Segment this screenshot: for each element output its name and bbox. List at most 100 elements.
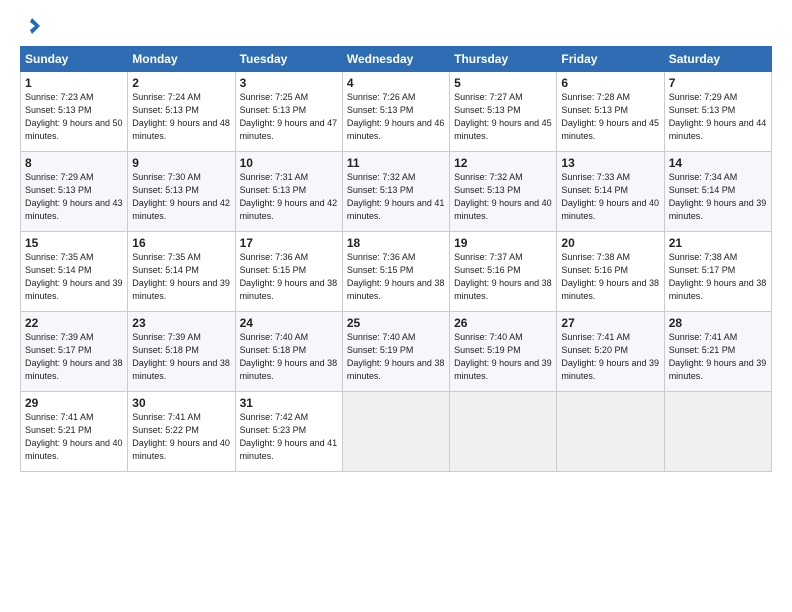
week-row-3: 15Sunrise: 7:35 AM Sunset: 5:14 PM Dayli… (21, 232, 772, 312)
day-info: Sunrise: 7:24 AM Sunset: 5:13 PM Dayligh… (132, 91, 230, 143)
day-number: 3 (240, 76, 338, 90)
day-number: 29 (25, 396, 123, 410)
weekday-header-tuesday: Tuesday (235, 47, 342, 72)
day-info: Sunrise: 7:25 AM Sunset: 5:13 PM Dayligh… (240, 91, 338, 143)
weekday-header-thursday: Thursday (450, 47, 557, 72)
day-number: 10 (240, 156, 338, 170)
calendar-cell: 30Sunrise: 7:41 AM Sunset: 5:22 PM Dayli… (128, 392, 235, 472)
week-row-5: 29Sunrise: 7:41 AM Sunset: 5:21 PM Dayli… (21, 392, 772, 472)
week-row-4: 22Sunrise: 7:39 AM Sunset: 5:17 PM Dayli… (21, 312, 772, 392)
day-info: Sunrise: 7:28 AM Sunset: 5:13 PM Dayligh… (561, 91, 659, 143)
calendar-cell: 2Sunrise: 7:24 AM Sunset: 5:13 PM Daylig… (128, 72, 235, 152)
day-info: Sunrise: 7:34 AM Sunset: 5:14 PM Dayligh… (669, 171, 767, 223)
day-number: 4 (347, 76, 445, 90)
day-number: 1 (25, 76, 123, 90)
day-info: Sunrise: 7:41 AM Sunset: 5:20 PM Dayligh… (561, 331, 659, 383)
day-number: 12 (454, 156, 552, 170)
day-number: 9 (132, 156, 230, 170)
weekday-header-wednesday: Wednesday (342, 47, 449, 72)
day-info: Sunrise: 7:23 AM Sunset: 5:13 PM Dayligh… (25, 91, 123, 143)
day-number: 8 (25, 156, 123, 170)
day-info: Sunrise: 7:40 AM Sunset: 5:18 PM Dayligh… (240, 331, 338, 383)
day-info: Sunrise: 7:31 AM Sunset: 5:13 PM Dayligh… (240, 171, 338, 223)
day-number: 18 (347, 236, 445, 250)
calendar-cell: 8Sunrise: 7:29 AM Sunset: 5:13 PM Daylig… (21, 152, 128, 232)
weekday-header-saturday: Saturday (664, 47, 771, 72)
calendar-cell: 15Sunrise: 7:35 AM Sunset: 5:14 PM Dayli… (21, 232, 128, 312)
weekday-header-row: SundayMondayTuesdayWednesdayThursdayFrid… (21, 47, 772, 72)
day-number: 21 (669, 236, 767, 250)
day-info: Sunrise: 7:42 AM Sunset: 5:23 PM Dayligh… (240, 411, 338, 463)
day-number: 15 (25, 236, 123, 250)
day-info: Sunrise: 7:36 AM Sunset: 5:15 PM Dayligh… (240, 251, 338, 303)
header (20, 16, 772, 36)
day-info: Sunrise: 7:38 AM Sunset: 5:16 PM Dayligh… (561, 251, 659, 303)
day-info: Sunrise: 7:41 AM Sunset: 5:22 PM Dayligh… (132, 411, 230, 463)
calendar-cell: 14Sunrise: 7:34 AM Sunset: 5:14 PM Dayli… (664, 152, 771, 232)
day-number: 27 (561, 316, 659, 330)
calendar-cell: 13Sunrise: 7:33 AM Sunset: 5:14 PM Dayli… (557, 152, 664, 232)
calendar-cell: 23Sunrise: 7:39 AM Sunset: 5:18 PM Dayli… (128, 312, 235, 392)
day-number: 22 (25, 316, 123, 330)
calendar-cell (450, 392, 557, 472)
day-info: Sunrise: 7:36 AM Sunset: 5:15 PM Dayligh… (347, 251, 445, 303)
calendar-cell: 16Sunrise: 7:35 AM Sunset: 5:14 PM Dayli… (128, 232, 235, 312)
calendar-cell: 20Sunrise: 7:38 AM Sunset: 5:16 PM Dayli… (557, 232, 664, 312)
calendar-cell: 19Sunrise: 7:37 AM Sunset: 5:16 PM Dayli… (450, 232, 557, 312)
logo-icon (22, 16, 42, 36)
day-number: 23 (132, 316, 230, 330)
day-info: Sunrise: 7:40 AM Sunset: 5:19 PM Dayligh… (454, 331, 552, 383)
logo (20, 16, 42, 36)
calendar-cell (664, 392, 771, 472)
calendar-table: SundayMondayTuesdayWednesdayThursdayFrid… (20, 46, 772, 472)
day-info: Sunrise: 7:32 AM Sunset: 5:13 PM Dayligh… (454, 171, 552, 223)
day-number: 5 (454, 76, 552, 90)
day-number: 19 (454, 236, 552, 250)
calendar-cell: 5Sunrise: 7:27 AM Sunset: 5:13 PM Daylig… (450, 72, 557, 152)
calendar-cell: 28Sunrise: 7:41 AM Sunset: 5:21 PM Dayli… (664, 312, 771, 392)
calendar-cell: 9Sunrise: 7:30 AM Sunset: 5:13 PM Daylig… (128, 152, 235, 232)
day-info: Sunrise: 7:35 AM Sunset: 5:14 PM Dayligh… (132, 251, 230, 303)
day-info: Sunrise: 7:26 AM Sunset: 5:13 PM Dayligh… (347, 91, 445, 143)
day-number: 6 (561, 76, 659, 90)
day-info: Sunrise: 7:39 AM Sunset: 5:18 PM Dayligh… (132, 331, 230, 383)
calendar-page: SundayMondayTuesdayWednesdayThursdayFrid… (0, 0, 792, 612)
calendar-cell: 24Sunrise: 7:40 AM Sunset: 5:18 PM Dayli… (235, 312, 342, 392)
weekday-header-sunday: Sunday (21, 47, 128, 72)
day-number: 14 (669, 156, 767, 170)
day-info: Sunrise: 7:33 AM Sunset: 5:14 PM Dayligh… (561, 171, 659, 223)
calendar-cell: 4Sunrise: 7:26 AM Sunset: 5:13 PM Daylig… (342, 72, 449, 152)
weekday-header-friday: Friday (557, 47, 664, 72)
day-number: 13 (561, 156, 659, 170)
day-number: 20 (561, 236, 659, 250)
calendar-cell (557, 392, 664, 472)
day-info: Sunrise: 7:29 AM Sunset: 5:13 PM Dayligh… (669, 91, 767, 143)
calendar-cell: 27Sunrise: 7:41 AM Sunset: 5:20 PM Dayli… (557, 312, 664, 392)
day-info: Sunrise: 7:41 AM Sunset: 5:21 PM Dayligh… (669, 331, 767, 383)
calendar-cell: 29Sunrise: 7:41 AM Sunset: 5:21 PM Dayli… (21, 392, 128, 472)
day-number: 11 (347, 156, 445, 170)
day-info: Sunrise: 7:32 AM Sunset: 5:13 PM Dayligh… (347, 171, 445, 223)
day-number: 2 (132, 76, 230, 90)
calendar-cell: 10Sunrise: 7:31 AM Sunset: 5:13 PM Dayli… (235, 152, 342, 232)
calendar-cell: 3Sunrise: 7:25 AM Sunset: 5:13 PM Daylig… (235, 72, 342, 152)
day-info: Sunrise: 7:37 AM Sunset: 5:16 PM Dayligh… (454, 251, 552, 303)
calendar-cell: 25Sunrise: 7:40 AM Sunset: 5:19 PM Dayli… (342, 312, 449, 392)
day-info: Sunrise: 7:38 AM Sunset: 5:17 PM Dayligh… (669, 251, 767, 303)
day-number: 26 (454, 316, 552, 330)
day-number: 25 (347, 316, 445, 330)
weekday-header-monday: Monday (128, 47, 235, 72)
day-info: Sunrise: 7:30 AM Sunset: 5:13 PM Dayligh… (132, 171, 230, 223)
day-number: 7 (669, 76, 767, 90)
day-number: 31 (240, 396, 338, 410)
day-info: Sunrise: 7:29 AM Sunset: 5:13 PM Dayligh… (25, 171, 123, 223)
calendar-cell: 17Sunrise: 7:36 AM Sunset: 5:15 PM Dayli… (235, 232, 342, 312)
calendar-cell: 26Sunrise: 7:40 AM Sunset: 5:19 PM Dayli… (450, 312, 557, 392)
day-info: Sunrise: 7:35 AM Sunset: 5:14 PM Dayligh… (25, 251, 123, 303)
day-info: Sunrise: 7:40 AM Sunset: 5:19 PM Dayligh… (347, 331, 445, 383)
day-number: 24 (240, 316, 338, 330)
day-info: Sunrise: 7:41 AM Sunset: 5:21 PM Dayligh… (25, 411, 123, 463)
day-number: 30 (132, 396, 230, 410)
day-info: Sunrise: 7:39 AM Sunset: 5:17 PM Dayligh… (25, 331, 123, 383)
calendar-cell: 6Sunrise: 7:28 AM Sunset: 5:13 PM Daylig… (557, 72, 664, 152)
